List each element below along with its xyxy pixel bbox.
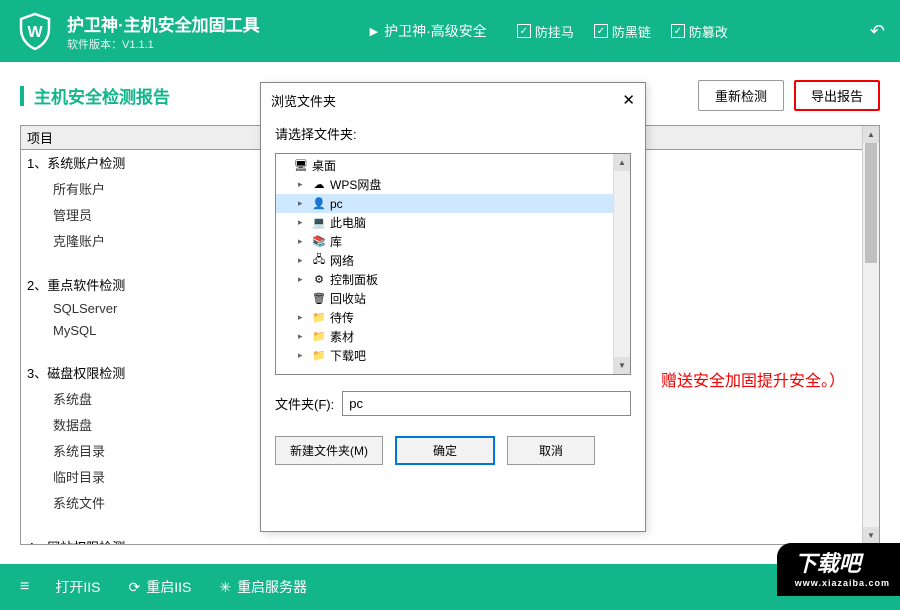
dialog-buttons: 新建文件夹(M) 确定 取消 — [275, 436, 631, 465]
folder-input-row: 文件夹(F): — [275, 391, 631, 416]
desktop-icon: 🖥 — [293, 159, 309, 173]
scroll-thumb[interactable] — [865, 143, 877, 263]
tree-item[interactable]: ▸⚙控制面板 — [276, 270, 630, 289]
folder-icon: 📁 — [311, 330, 327, 344]
category-row[interactable]: 4、网站权限检测 — [21, 534, 879, 545]
refresh-icon: ✳ — [219, 579, 231, 596]
tree-item[interactable]: ▸👤pc — [276, 194, 630, 213]
ok-button[interactable]: 确定 — [395, 436, 495, 465]
tree-item[interactable]: 🖥桌面 — [276, 156, 630, 175]
cpl-icon: ⚙ — [311, 273, 327, 287]
svg-text:W: W — [27, 24, 43, 41]
header-checkbox[interactable]: ✓防黑链 — [594, 22, 651, 41]
tree-item[interactable]: ▸🖧网络 — [276, 251, 630, 270]
scroll-up-icon[interactable]: ▲ — [863, 126, 879, 143]
app-header: W 护卫神·主机安全加固工具 软件版本：V1.1.1 ▶ 护卫神·高级安全 ✓防… — [0, 0, 900, 62]
play-icon: ▶ — [370, 25, 378, 38]
recheck-button[interactable]: 重新检测 — [698, 80, 784, 111]
expander-icon[interactable]: ▸ — [298, 236, 308, 247]
tree-item[interactable]: ▸📁下载吧 — [276, 346, 630, 365]
scroll-down-icon[interactable]: ▼ — [614, 357, 630, 374]
tree-item[interactable]: ▸📁素材 — [276, 327, 630, 346]
folder-icon: 📁 — [311, 311, 327, 325]
tree-item[interactable]: ▸📁待传 — [276, 308, 630, 327]
tree-item[interactable]: ▸☁WPS网盘 — [276, 175, 630, 194]
dialog-prompt: 请选择文件夹: — [261, 118, 645, 153]
export-report-button[interactable]: 导出报告 — [794, 80, 880, 111]
folder-name-input[interactable] — [342, 391, 631, 416]
expander-icon[interactable]: ▸ — [298, 350, 308, 361]
menu-icon[interactable]: ≡ — [20, 578, 27, 596]
restart-iis-button[interactable]: ⟳重启IIS — [128, 577, 191, 597]
bin-icon: 🗑 — [311, 292, 327, 306]
expander-icon[interactable]: ▸ — [298, 274, 308, 285]
back-icon[interactable]: ↶ — [870, 21, 885, 42]
expander-icon[interactable]: ▸ — [298, 255, 308, 266]
table-scrollbar[interactable]: ▲ ▼ — [862, 126, 879, 544]
scroll-up-icon[interactable]: ▲ — [614, 154, 630, 171]
checkbox-icon: ✓ — [671, 24, 685, 38]
tree-item[interactable]: ▸💻此电脑 — [276, 213, 630, 232]
net-icon: 🖧 — [311, 254, 327, 268]
checkbox-icon: ✓ — [594, 24, 608, 38]
red-note: 赠送安全加固提升安全。） — [655, 364, 851, 395]
header-checkbox[interactable]: ✓防挂马 — [517, 22, 574, 41]
folder-label: 文件夹(F): — [275, 394, 334, 413]
app-title: 护卫神·主机安全加固工具 — [67, 11, 260, 36]
expander-icon[interactable]: ▸ — [298, 312, 308, 323]
shield-logo-icon: W — [15, 11, 55, 51]
folder-tree: 🖥桌面▸☁WPS网盘▸👤pc▸💻此电脑▸📚库▸🖧网络▸⚙控制面板🗑回收站▸📁待传… — [275, 153, 631, 375]
close-icon[interactable]: ✕ — [622, 91, 635, 110]
scroll-down-icon[interactable]: ▼ — [863, 527, 879, 544]
checkbox-icon: ✓ — [517, 24, 531, 38]
dialog-titlebar: 浏览文件夹 ✕ — [261, 83, 645, 118]
cloud-icon: ☁ — [311, 178, 327, 192]
new-folder-button[interactable]: 新建文件夹(M) — [275, 436, 383, 465]
expander-icon[interactable]: ▸ — [298, 217, 308, 228]
restart-server-button[interactable]: ✳重启服务器 — [219, 577, 307, 597]
header-checkbox[interactable]: ✓防篡改 — [671, 22, 728, 41]
pc-icon: 💻 — [311, 216, 327, 230]
tree-scrollbar[interactable]: ▲ ▼ — [613, 154, 630, 374]
refresh-icon: ⟳ — [128, 579, 140, 596]
lib-icon: 📚 — [311, 235, 327, 249]
footer-bar: ≡ 打开IIS ⟳重启IIS ✳重启服务器 2004-2 — [0, 564, 900, 610]
cancel-button[interactable]: 取消 — [507, 436, 595, 465]
accent-bar — [20, 86, 24, 106]
promo-text: 护卫神·高级安全 — [384, 21, 487, 41]
tree-item[interactable]: 🗑回收站 — [276, 289, 630, 308]
app-version: 软件版本：V1.1.1 — [67, 36, 260, 52]
expander-icon[interactable]: ▸ — [298, 331, 308, 342]
user-icon: 👤 — [311, 197, 327, 211]
browse-folder-dialog: 浏览文件夹 ✕ 请选择文件夹: 🖥桌面▸☁WPS网盘▸👤pc▸💻此电脑▸📚库▸🖧… — [260, 82, 646, 532]
expander-icon[interactable]: ▸ — [298, 198, 308, 209]
open-iis-button[interactable]: 打开IIS — [55, 577, 100, 597]
dialog-title: 浏览文件夹 — [271, 91, 336, 110]
header-promo-link[interactable]: ▶ 护卫神·高级安全 — [370, 21, 487, 41]
tree-list: 🖥桌面▸☁WPS网盘▸👤pc▸💻此电脑▸📚库▸🖧网络▸⚙控制面板🗑回收站▸📁待传… — [276, 154, 630, 367]
folder-icon: 📁 — [311, 349, 327, 363]
watermark: 下载吧 www.xiazaiba.com — [777, 543, 900, 596]
header-checkboxes: ✓防挂马 ✓防黑链 ✓防篡改 — [517, 22, 728, 41]
tree-item[interactable]: ▸📚库 — [276, 232, 630, 251]
expander-icon[interactable]: ▸ — [298, 179, 308, 190]
